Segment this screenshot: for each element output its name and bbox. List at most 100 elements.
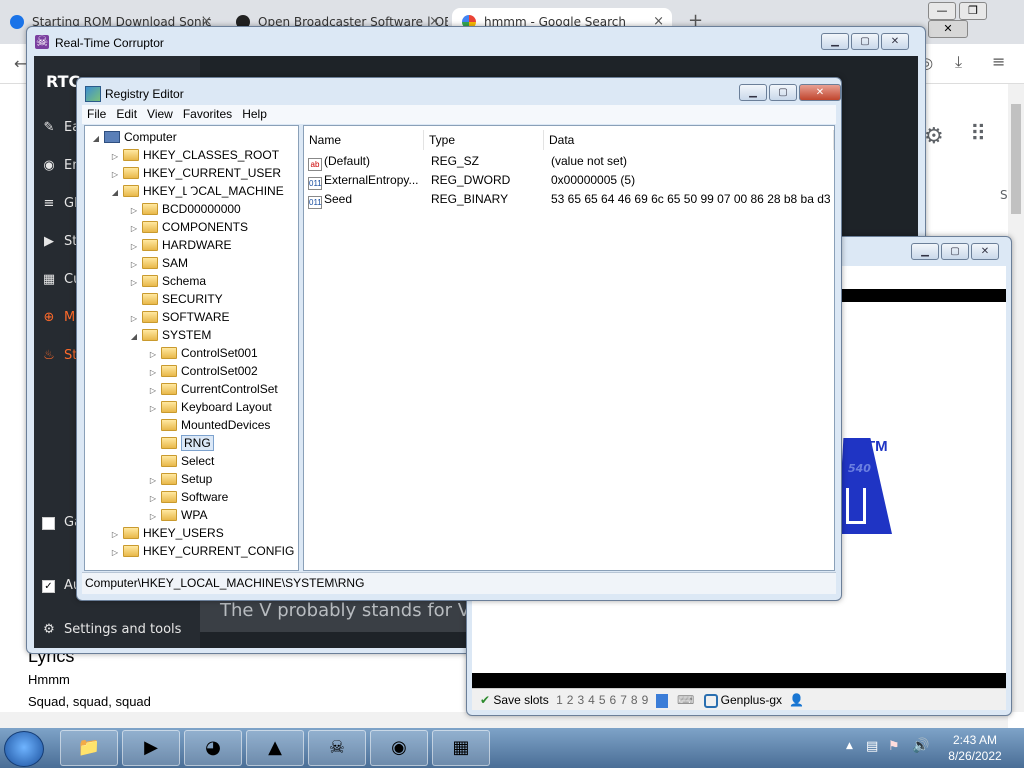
- taskbar-app-firefox[interactable]: ◕: [184, 730, 242, 766]
- tree-node[interactable]: ▷ HKEY_CLASSES_ROOT: [110, 146, 279, 164]
- clock-date: 8/26/2022: [948, 749, 1002, 763]
- save-slot[interactable]: 4: [588, 693, 595, 707]
- tree-node[interactable]: ◢ HKEY_LOCAL_MACHINE: [110, 182, 284, 200]
- tree-expander-icon[interactable]: ▷: [110, 544, 120, 562]
- menu-help[interactable]: Help: [237, 105, 272, 123]
- tree-node-label: WPA: [181, 508, 208, 522]
- minimize-button[interactable]: —: [928, 2, 956, 20]
- minimize-button[interactable]: ▁: [739, 84, 767, 101]
- registry-value-row[interactable]: ab (Default) REG_SZ (value not set): [308, 152, 627, 171]
- column-header-data[interactable]: Data: [544, 130, 834, 150]
- column-header-type[interactable]: Type: [424, 130, 544, 150]
- rtc-nav-item[interactable]: ◉ En: [40, 158, 80, 173]
- minimize-button[interactable]: ▁: [821, 33, 849, 50]
- tree-node[interactable]: SECURITY: [129, 290, 223, 308]
- taskbar-app-obs[interactable]: ◉: [370, 730, 428, 766]
- save-slot[interactable]: 3: [577, 693, 584, 707]
- tree-node[interactable]: Select: [148, 452, 214, 470]
- tree-node[interactable]: ▷ SAM: [129, 254, 188, 272]
- settings-gear-icon[interactable]: ⚙: [924, 124, 944, 149]
- save-slot[interactable]: 5: [599, 693, 606, 707]
- settings-and-tools-button[interactable]: ⚙ Settings and tools: [40, 622, 181, 637]
- network-icon[interactable]: ▤: [866, 739, 878, 754]
- taskbar-app-rtc-spooky[interactable]: ☠: [308, 730, 366, 766]
- tree-node[interactable]: ▷ Keyboard Layout: [148, 398, 272, 416]
- save-slot[interactable]: 1: [556, 693, 563, 707]
- menu-view[interactable]: View: [142, 105, 178, 123]
- taskbar-app-media-player[interactable]: ▶: [122, 730, 180, 766]
- save-slot[interactable]: 6: [610, 693, 617, 707]
- menu-edit[interactable]: Edit: [111, 105, 142, 123]
- taskbar-clock[interactable]: 2:43 AM 8/26/2022: [936, 732, 1014, 764]
- save-slots: 123456789: [552, 693, 652, 707]
- column-header-name[interactable]: Name: [304, 130, 424, 150]
- tree-node[interactable]: MountedDevices: [148, 416, 270, 434]
- rtc-nav-item[interactable]: ≡ Gl: [40, 196, 78, 211]
- tree-node[interactable]: ▷ HKEY_CURRENT_CONFIG: [110, 542, 294, 560]
- folder-icon: [161, 437, 177, 449]
- rtc-nav-item[interactable]: ♨ St: [40, 348, 77, 363]
- tree-node[interactable]: ▷ SOFTWARE: [129, 308, 230, 326]
- download-icon[interactable]: ⤓: [955, 52, 962, 72]
- tree-node[interactable]: ◢ SYSTEM: [129, 326, 211, 344]
- rtc-auto-checkbox[interactable]: ✓: [42, 580, 55, 593]
- action-center-icon[interactable]: ⚑: [888, 739, 900, 754]
- minimize-button[interactable]: ▁: [911, 243, 939, 260]
- rtc-nav-item[interactable]: ⊕ M: [40, 310, 76, 325]
- maximize-button[interactable]: ❐: [959, 2, 987, 20]
- tree-expander-icon[interactable]: ◢: [129, 328, 139, 346]
- tree-node[interactable]: ▷ Schema: [129, 272, 206, 290]
- binary-value-icon: 011: [308, 177, 322, 190]
- folder-icon: [142, 275, 158, 287]
- tree-expander-icon[interactable]: ◢: [110, 184, 120, 202]
- taskbar-app-explorer[interactable]: 📁: [60, 730, 118, 766]
- tree-node[interactable]: ▷ ControlSet001: [148, 344, 258, 362]
- tree-node[interactable]: ▷ WPA: [148, 506, 208, 524]
- maximize-button[interactable]: ▢: [851, 33, 879, 50]
- menu-favorites[interactable]: Favorites: [178, 105, 237, 123]
- close-button[interactable]: ✕: [971, 243, 999, 260]
- start-button[interactable]: [4, 731, 44, 767]
- registry-value-row[interactable]: 011 Seed REG_BINARY 53 65 65 64 46 69 6c …: [308, 190, 834, 209]
- save-slot[interactable]: 7: [620, 693, 627, 707]
- selected-slot-indicator[interactable]: [655, 693, 668, 708]
- taskbar-app-rtc[interactable]: ▲: [246, 730, 304, 766]
- tree-node[interactable]: ▷ ControlSet002: [148, 362, 258, 380]
- tree-node[interactable]: ▷ Setup: [148, 470, 212, 488]
- close-button[interactable]: ✕: [799, 84, 841, 101]
- registry-values-list[interactable]: Name Type Data ab (Default) REG_SZ (value…: [303, 125, 835, 571]
- user-icon[interactable]: 👤: [789, 693, 804, 707]
- tree-node[interactable]: ▷ CurrentControlSet: [148, 380, 278, 398]
- rtc-nav-item[interactable]: ✎ Ea: [40, 120, 81, 135]
- core-indicator[interactable]: Genplus-gx: [703, 693, 782, 708]
- tree-node[interactable]: RNG: [148, 434, 214, 452]
- maximize-button[interactable]: ▢: [941, 243, 969, 260]
- close-button[interactable]: ✕: [881, 33, 909, 50]
- rtc-checkbox[interactable]: [42, 517, 55, 530]
- tree-node[interactable]: ▷ HARDWARE: [129, 236, 232, 254]
- save-slot[interactable]: 2: [567, 693, 574, 707]
- volume-icon[interactable]: 🔊: [912, 738, 929, 754]
- tree-node[interactable]: ▷ HKEY_USERS: [110, 524, 224, 542]
- tray-expand-arrow-icon[interactable]: ▲: [846, 741, 853, 751]
- save-slot[interactable]: 9: [642, 693, 649, 707]
- menu-file[interactable]: File: [82, 105, 111, 123]
- taskbar-app-regedit[interactable]: ▦: [432, 730, 490, 766]
- close-button[interactable]: ✕: [928, 20, 968, 38]
- scrollbar-thumb[interactable]: [1011, 104, 1021, 214]
- tree-node[interactable]: ▷ BCD00000000: [129, 200, 241, 218]
- tree-node[interactable]: ▷ Software: [148, 488, 228, 506]
- rtc-nav-item[interactable]: ▶ St: [40, 234, 77, 249]
- tree-node[interactable]: ▷ HKEY_CURRENT_USER: [110, 164, 281, 182]
- registry-value-row[interactable]: 011 ExternalEntropy... REG_DWORD 0x000000…: [308, 171, 635, 190]
- tree-node[interactable]: ◢ Computer: [91, 128, 177, 146]
- tree-expander-icon[interactable]: ◢: [91, 130, 101, 148]
- tree-node-label: CurrentControlSet: [181, 382, 278, 396]
- tree-node-label: Software: [181, 490, 229, 504]
- gamepad-icon[interactable]: ⌨: [677, 693, 694, 707]
- apps-grid-icon[interactable]: ⠿: [970, 122, 986, 147]
- save-slot[interactable]: 8: [631, 693, 638, 707]
- tree-node[interactable]: ▷ COMPONENTS: [129, 218, 248, 236]
- maximize-button[interactable]: ▢: [769, 84, 797, 101]
- menu-icon[interactable]: ≡: [992, 52, 1005, 71]
